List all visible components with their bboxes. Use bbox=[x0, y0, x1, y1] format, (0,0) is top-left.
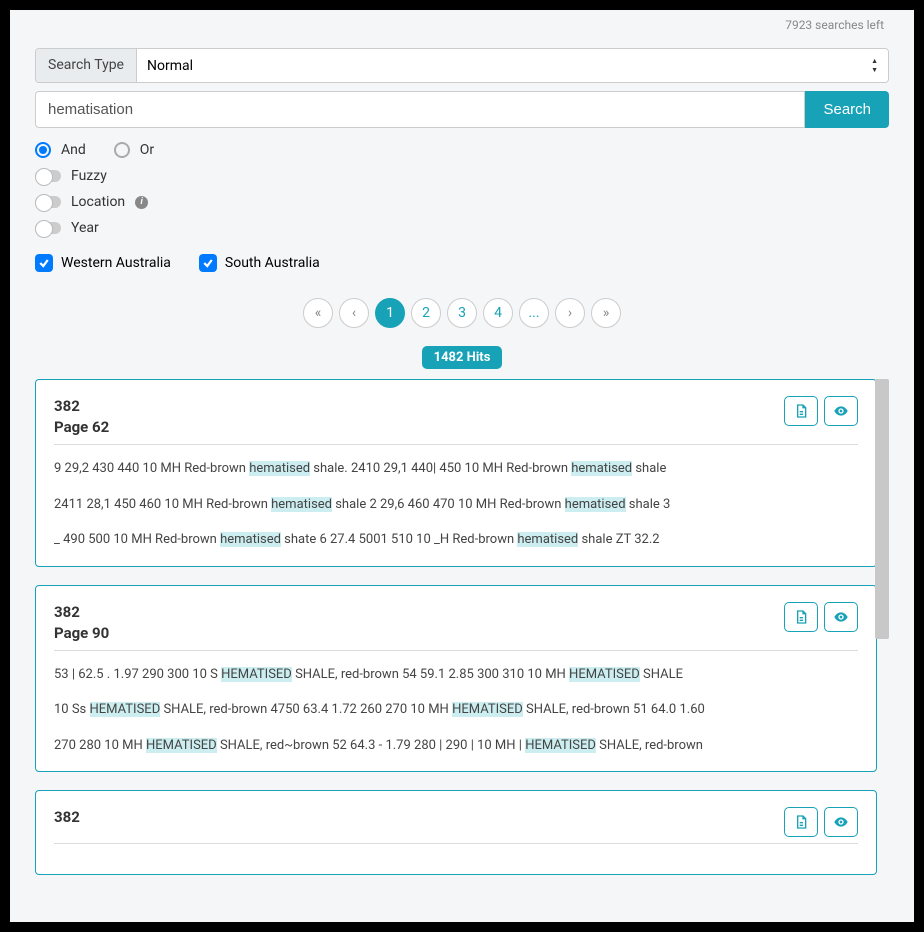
result-card: 382Page 90 53 | 62.5 . 1.97 290 300 10 S … bbox=[35, 585, 877, 773]
card-header: 382 bbox=[54, 807, 858, 844]
document-button[interactable] bbox=[784, 807, 818, 837]
toggle-location-label: Location bbox=[71, 194, 125, 210]
view-button[interactable] bbox=[824, 602, 858, 632]
highlight: HEMATISED bbox=[90, 702, 161, 717]
snippet: _ 490 500 10 MH Red-brown hematised shat… bbox=[54, 530, 858, 550]
toggle-year-label: Year bbox=[71, 220, 99, 236]
scrollbar-thumb[interactable] bbox=[875, 379, 889, 639]
search-type-row: Search Type Normal ▲▼ bbox=[35, 48, 889, 83]
search-type-select[interactable]: Normal ▲▼ bbox=[137, 49, 888, 82]
toggle-fuzzy-label: Fuzzy bbox=[71, 168, 107, 184]
radio-and[interactable] bbox=[35, 142, 51, 158]
state-checkbox[interactable] bbox=[35, 254, 53, 272]
radio-or[interactable] bbox=[114, 142, 130, 158]
hits-badge: 1482 Hits bbox=[422, 346, 503, 369]
highlight: HEMATISED bbox=[146, 738, 217, 753]
snippet: 9 29,2 430 440 10 MH Red-brown hematised… bbox=[54, 459, 858, 479]
info-icon[interactable]: i bbox=[135, 196, 148, 209]
result-card: 382 bbox=[35, 790, 877, 875]
pagination: «‹1234...›» bbox=[35, 298, 889, 328]
highlight: hematised bbox=[249, 461, 310, 476]
page-3[interactable]: 3 bbox=[447, 298, 477, 328]
toggle-year[interactable] bbox=[35, 222, 61, 234]
highlight: hematised bbox=[220, 532, 281, 547]
card-header: 382Page 90 bbox=[54, 602, 858, 651]
highlight: hematised bbox=[565, 497, 626, 512]
select-updown-icon: ▲▼ bbox=[871, 57, 878, 74]
page-first[interactable]: « bbox=[303, 298, 333, 328]
highlight: HEMATISED bbox=[221, 667, 292, 682]
searches-left: 7923 searches left bbox=[785, 18, 884, 32]
highlight: HEMATISED bbox=[452, 702, 523, 717]
search-input[interactable] bbox=[35, 91, 805, 128]
scrollbar-track[interactable] bbox=[875, 379, 889, 879]
page-1[interactable]: 1 bbox=[375, 298, 405, 328]
radio-and-label: And bbox=[61, 142, 86, 158]
card-header: 382Page 62 bbox=[54, 396, 858, 445]
state-item: South Australia bbox=[199, 254, 320, 272]
search-row: Search bbox=[35, 91, 889, 128]
result-card: 382Page 62 9 29,2 430 440 10 MH Red-brown… bbox=[35, 379, 877, 567]
state-item: Western Australia bbox=[35, 254, 171, 272]
search-type-value: Normal bbox=[147, 58, 193, 74]
snippet: 53 | 62.5 . 1.97 290 300 10 S HEMATISED … bbox=[54, 665, 858, 685]
view-button[interactable] bbox=[824, 396, 858, 426]
document-button[interactable] bbox=[784, 602, 818, 632]
search-button[interactable]: Search bbox=[805, 91, 889, 128]
card-actions bbox=[784, 807, 858, 837]
snippet: 2411 28,1 450 460 10 MH Red-brown hemati… bbox=[54, 495, 858, 515]
page-2[interactable]: 2 bbox=[411, 298, 441, 328]
page-4[interactable]: 4 bbox=[483, 298, 513, 328]
page-...[interactable]: ... bbox=[519, 298, 549, 328]
toggle-fuzzy[interactable] bbox=[35, 170, 61, 182]
search-options: And Or Fuzzy Location i Year bbox=[35, 142, 889, 236]
page-next[interactable]: › bbox=[555, 298, 585, 328]
highlight: hematised bbox=[571, 461, 632, 476]
snippet: 270 280 10 MH HEMATISED SHALE, red~brown… bbox=[54, 736, 858, 756]
search-type-label: Search Type bbox=[36, 49, 137, 82]
card-actions bbox=[784, 602, 858, 632]
snippet: 10 Ss HEMATISED SHALE, red-brown 4750 63… bbox=[54, 700, 858, 720]
page-last[interactable]: » bbox=[591, 298, 621, 328]
document-button[interactable] bbox=[784, 396, 818, 426]
page-prev[interactable]: ‹ bbox=[339, 298, 369, 328]
highlight: HEMATISED bbox=[525, 738, 596, 753]
card-title: 382Page 90 bbox=[54, 602, 109, 644]
toggle-location[interactable] bbox=[35, 196, 61, 208]
state-filters: Western Australia South Australia bbox=[35, 254, 889, 272]
highlight: hematised bbox=[271, 497, 332, 512]
highlight: HEMATISED bbox=[569, 667, 640, 682]
state-checkbox[interactable] bbox=[199, 254, 217, 272]
highlight: hematised bbox=[517, 532, 578, 547]
card-actions bbox=[784, 396, 858, 426]
results-list: 382Page 62 9 29,2 430 440 10 MH Red-brown… bbox=[35, 379, 889, 879]
card-title: 382Page 62 bbox=[54, 396, 109, 438]
view-button[interactable] bbox=[824, 807, 858, 837]
radio-or-label: Or bbox=[140, 142, 154, 158]
card-title: 382 bbox=[54, 807, 80, 828]
state-label: South Australia bbox=[225, 255, 320, 271]
state-label: Western Australia bbox=[61, 255, 171, 271]
